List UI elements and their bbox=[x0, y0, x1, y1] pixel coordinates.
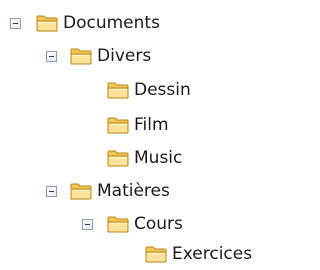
tree-node-music[interactable]: Music bbox=[0, 143, 220, 173]
tree-node-label: Music bbox=[134, 148, 183, 168]
folder-icon bbox=[70, 182, 92, 200]
tree-node-label: Exercices bbox=[172, 244, 253, 264]
tree-node-dessin[interactable]: Dessin bbox=[0, 75, 220, 105]
tree-node-documents[interactable]: Documents bbox=[0, 8, 200, 38]
folder-icon bbox=[107, 149, 129, 167]
collapse-toggle-icon[interactable] bbox=[46, 51, 57, 62]
collapse-toggle-icon[interactable] bbox=[82, 219, 93, 230]
tree-node-label: Cours bbox=[134, 214, 183, 234]
collapse-toggle-icon[interactable] bbox=[10, 18, 21, 29]
folder-icon bbox=[36, 14, 58, 32]
tree-node-divers[interactable]: Divers bbox=[0, 41, 200, 71]
folder-icon bbox=[107, 116, 129, 134]
folder-icon bbox=[145, 245, 167, 263]
tree-node-matieres[interactable]: Matières bbox=[0, 176, 200, 206]
folder-icon bbox=[70, 47, 92, 65]
tree-node-label: Film bbox=[134, 115, 169, 135]
folder-icon bbox=[107, 215, 129, 233]
tree-node-label: Divers bbox=[97, 46, 152, 66]
tree-node-cours[interactable]: Cours bbox=[0, 209, 220, 239]
collapse-toggle-icon[interactable] bbox=[46, 186, 57, 197]
tree-node-label: Dessin bbox=[134, 80, 191, 100]
folder-icon bbox=[107, 81, 129, 99]
tree-node-label: Documents bbox=[63, 13, 160, 33]
folder-tree: Documents Divers Dessin Film Music Matiè… bbox=[0, 0, 273, 266]
tree-node-label: Matières bbox=[97, 181, 170, 201]
tree-node-film[interactable]: Film bbox=[0, 110, 220, 140]
